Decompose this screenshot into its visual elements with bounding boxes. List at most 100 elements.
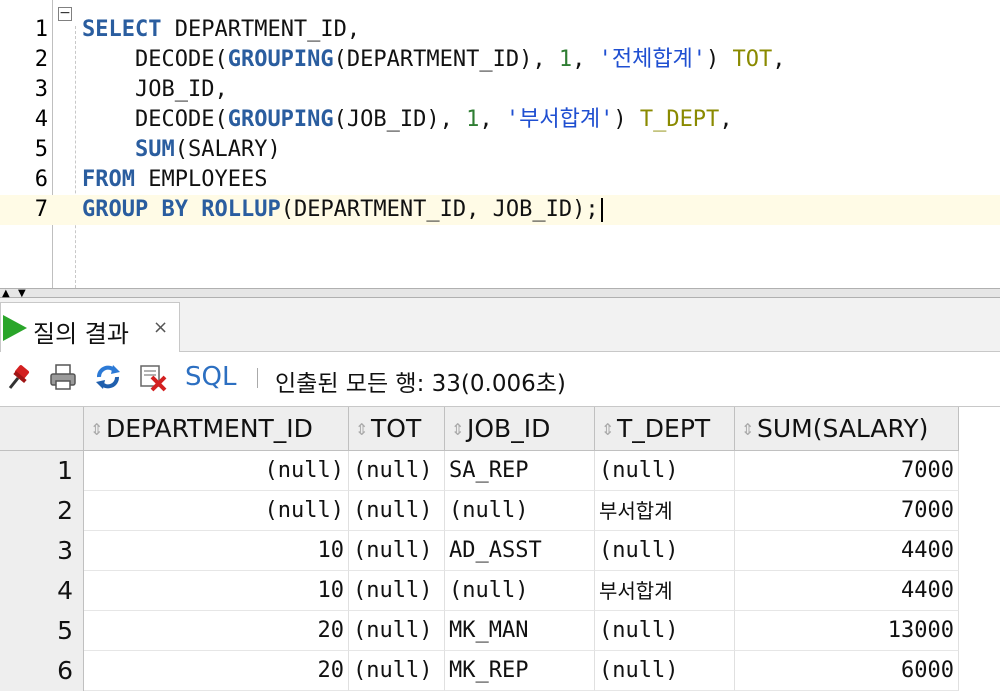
- table-cell[interactable]: 6000: [735, 651, 959, 691]
- column-header[interactable]: ⇕ SUM(SALARY): [735, 407, 959, 451]
- table-cell[interactable]: (null): [84, 491, 349, 531]
- token: ): [613, 107, 640, 132]
- token: (SALARY): [174, 137, 281, 162]
- token: ,: [772, 47, 786, 72]
- table-cell[interactable]: MK_MAN: [445, 611, 595, 651]
- row-number[interactable]: 4: [0, 571, 84, 611]
- code-line[interactable]: 6 FROM EMPLOYEES: [0, 165, 1000, 195]
- table-row[interactable]: 5 20 (null) MK_MAN (null) 13000: [0, 611, 1000, 651]
- close-tab-icon[interactable]: ×: [153, 317, 168, 338]
- column-header[interactable]: ⇕ DEPARTMENT_ID: [84, 407, 349, 451]
- code-line[interactable]: 5 SUM(SALARY): [0, 135, 1000, 165]
- table-cell[interactable]: 13000: [735, 611, 959, 651]
- token: ,: [479, 107, 506, 132]
- table-cell[interactable]: (null): [445, 491, 595, 531]
- sort-icon[interactable]: ⇕: [601, 408, 614, 450]
- table-cell[interactable]: (null): [349, 571, 445, 611]
- table-cell[interactable]: 부서합계: [595, 571, 735, 611]
- row-number[interactable]: 2: [0, 491, 84, 531]
- code-line[interactable]: 3 JOB_ID,: [0, 75, 1000, 105]
- token: DECODE(: [82, 107, 228, 132]
- table-cell[interactable]: (null): [349, 531, 445, 571]
- table-cell[interactable]: (null): [595, 651, 735, 691]
- table-cell[interactable]: (null): [349, 611, 445, 651]
- table-cell[interactable]: (null): [445, 571, 595, 611]
- table-cell[interactable]: 4400: [735, 531, 959, 571]
- token-kw: FROM: [82, 167, 135, 192]
- row-number[interactable]: 6: [0, 651, 84, 691]
- table-cell[interactable]: (null): [84, 451, 349, 491]
- code-text: SUM(SALARY): [82, 135, 281, 165]
- table-row[interactable]: 2 (null) (null) (null) 부서합계 7000: [0, 491, 1000, 531]
- table-cell[interactable]: 20: [84, 611, 349, 651]
- sort-icon[interactable]: ⇕: [741, 408, 754, 450]
- column-header[interactable]: ⇕ TOT: [349, 407, 445, 451]
- table-cell[interactable]: 부서합계: [595, 491, 735, 531]
- results-tab-bar: 질의 결과 ×: [0, 298, 1000, 352]
- table-cell[interactable]: 10: [84, 531, 349, 571]
- token-kw: SUM: [134, 137, 175, 162]
- table-cell[interactable]: (null): [349, 451, 445, 491]
- tab-label: 질의 결과: [33, 320, 129, 348]
- column-header[interactable]: ⇕ T_DEPT: [595, 407, 735, 451]
- pin-icon[interactable]: [4, 362, 34, 392]
- token: (JOB_ID),: [333, 107, 467, 132]
- sql-link[interactable]: SQL: [185, 362, 236, 392]
- row-number[interactable]: 3: [0, 531, 84, 571]
- token-alias: TOT: [732, 47, 773, 72]
- table-cell[interactable]: 7000: [735, 491, 959, 531]
- table-cell[interactable]: (null): [349, 491, 445, 531]
- line-number: 2: [34, 47, 48, 72]
- print-icon[interactable]: [48, 362, 78, 392]
- table-cell[interactable]: AD_ASST: [445, 531, 595, 571]
- token: DEPARTMENT_ID,: [161, 17, 361, 42]
- token-kw: GROUPING: [227, 107, 334, 132]
- column-header[interactable]: ⇕ JOB_ID: [445, 407, 595, 451]
- token-num: 1: [558, 47, 573, 72]
- delete-icon[interactable]: [138, 362, 168, 392]
- fetch-status: 인출된 모든 행: 33(0.006초): [275, 371, 566, 397]
- results-toolbar: SQL 인출된 모든 행: 33(0.006초): [0, 352, 1000, 404]
- table-cell[interactable]: (null): [595, 531, 735, 571]
- table-cell[interactable]: (null): [595, 611, 735, 651]
- sort-icon[interactable]: ⇕: [451, 408, 464, 450]
- table-row[interactable]: 3 10 (null) AD_ASST (null) 4400: [0, 531, 1000, 571]
- code-line[interactable]: 4 DECODE(GROUPING(JOB_ID), 1, '부서합계') T_…: [0, 105, 1000, 135]
- table-cell[interactable]: MK_REP: [445, 651, 595, 691]
- refresh-icon[interactable]: [93, 362, 123, 392]
- run-result-icon: [3, 315, 27, 341]
- table-row[interactable]: 6 20 (null) MK_REP (null) 6000: [0, 651, 1000, 691]
- sort-icon[interactable]: ⇕: [90, 408, 103, 450]
- table-cell[interactable]: 7000: [735, 451, 959, 491]
- row-number[interactable]: 5: [0, 611, 84, 651]
- table-row[interactable]: 1 (null) (null) SA_REP (null) 7000: [0, 451, 1000, 491]
- line-number: 4: [34, 107, 48, 132]
- code-line[interactable]: 1 SELECT DEPARTMENT_ID,: [0, 15, 1000, 45]
- code-line[interactable]: 2 DECODE(GROUPING(DEPARTMENT_ID), 1, '전체…: [0, 45, 1000, 75]
- table-row[interactable]: 4 10 (null) (null) 부서합계 4400: [0, 571, 1000, 611]
- code-text: FROM EMPLOYEES: [82, 165, 267, 195]
- table-cell[interactable]: (null): [349, 651, 445, 691]
- toolbar-divider: [257, 368, 258, 388]
- code-text: GROUP BY ROLLUP(DEPARTMENT_ID, JOB_ID);: [82, 195, 603, 225]
- code-text: SELECT DEPARTMENT_ID,: [82, 15, 360, 45]
- sql-editor[interactable]: − 1 SELECT DEPARTMENT_ID, 2 DECODE(GROUPIN…: [0, 0, 1000, 288]
- token: ,: [719, 107, 733, 132]
- token-alias: T_DEPT: [639, 107, 720, 132]
- tab-query-result[interactable]: 질의 결과 ×: [0, 302, 180, 352]
- sort-icon[interactable]: ⇕: [355, 408, 368, 450]
- table-cell[interactable]: (null): [595, 451, 735, 491]
- column-header-label: TOT: [371, 414, 422, 443]
- row-number[interactable]: 1: [0, 451, 84, 491]
- table-cell[interactable]: 4400: [735, 571, 959, 611]
- table-cell[interactable]: 10: [84, 571, 349, 611]
- line-number: 6: [34, 167, 48, 192]
- table-cell[interactable]: SA_REP: [445, 451, 595, 491]
- panel-splitter[interactable]: ▲ ▼: [0, 288, 1000, 299]
- code-line[interactable]: 7 GROUP BY ROLLUP(DEPARTMENT_ID, JOB_ID);: [0, 195, 1000, 225]
- table-cell[interactable]: 20: [84, 651, 349, 691]
- token-kw: SELECT: [82, 17, 162, 42]
- line-number: 1: [34, 17, 48, 42]
